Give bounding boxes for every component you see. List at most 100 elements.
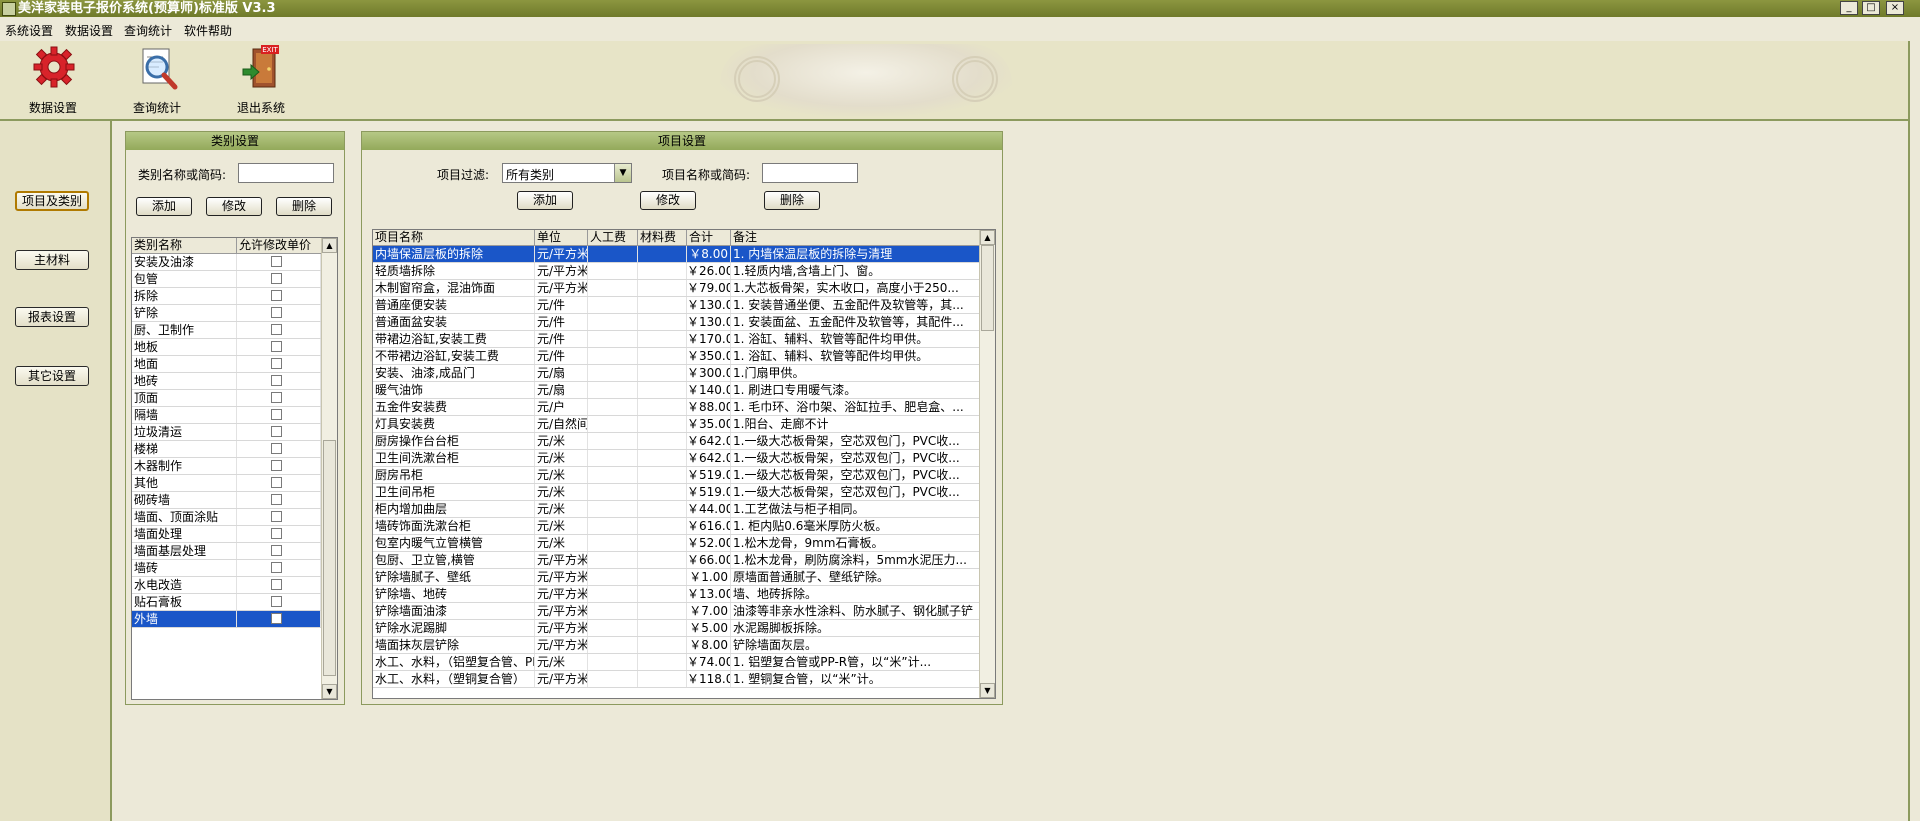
category-delete-button[interactable]: 删除 xyxy=(276,197,332,216)
item-add-button[interactable]: 添加 xyxy=(517,191,573,210)
item-row[interactable]: 普通座便安装 元/件 ￥130.0 1. 安装普通坐便、五金配件及软管等，其... xyxy=(373,297,980,314)
allow-edit-price-checkbox[interactable] xyxy=(271,256,282,267)
item-row[interactable]: 不带裙边浴缸,安装工费 元/件 ￥350.0 1. 浴缸、辅料、软管等配件均甲供。 xyxy=(373,348,980,365)
item-table[interactable]: 项目名称 单位 人工费 材料费 合计 备注 内墙保温层板的拆除 元/平方米 ￥8.0… xyxy=(372,229,996,699)
column-header-labor-cost[interactable]: 人工费 xyxy=(588,230,638,245)
exit-system-button[interactable]: EXIT 退出系统 xyxy=(221,43,301,117)
category-row[interactable]: 拆除 xyxy=(132,288,321,305)
allow-edit-price-checkbox[interactable] xyxy=(271,392,282,403)
item-row[interactable]: 灯具安装费 元/自然间 ￥35.00 1.阳台、走廊不计 xyxy=(373,416,980,433)
item-row[interactable]: 五金件安装费 元/户 ￥88.00 1. 毛巾环、浴巾架、浴缸拉手、肥皂盒、... xyxy=(373,399,980,416)
scroll-down-icon[interactable]: ▼ xyxy=(322,684,337,699)
category-row[interactable]: 贴石膏板 xyxy=(132,594,321,611)
category-row[interactable]: 安装及油漆 xyxy=(132,254,321,271)
close-button[interactable]: × xyxy=(1886,1,1904,15)
maximize-button[interactable]: □ xyxy=(1862,1,1880,15)
item-scrollbar[interactable]: ▲ ▼ xyxy=(979,230,995,698)
column-header-remarks[interactable]: 备注 xyxy=(731,230,980,245)
scroll-up-icon[interactable]: ▲ xyxy=(322,238,337,253)
scroll-thumb[interactable] xyxy=(323,440,336,676)
category-table[interactable]: 类别名称 允许修改单价 安装及油漆 包管 拆除 铲除 厨、卫制作 地板 地面 地砖 顶面 隔墙 垃圾… xyxy=(131,237,338,700)
category-row[interactable]: 水电改造 xyxy=(132,577,321,594)
item-filter-dropdown[interactable]: 所有类别 ▼ xyxy=(502,163,632,183)
item-row[interactable]: 包厨、卫立管,横管 元/平方米 ￥66.00 1.松木龙骨，刷防腐涂料，5mm水泥压力… xyxy=(373,552,980,569)
nav-report-settings[interactable]: 报表设置 xyxy=(15,307,89,327)
category-row[interactable]: 楼梯 xyxy=(132,441,321,458)
column-header-item-name[interactable]: 项目名称 xyxy=(373,230,535,245)
category-row[interactable]: 外墙 xyxy=(132,611,321,628)
app-icon[interactable] xyxy=(2,2,16,16)
allow-edit-price-checkbox[interactable] xyxy=(271,562,282,573)
item-row[interactable]: 内墙保温层板的拆除 元/平方米 ￥8.00 1. 内墙保温层板的拆除与清理 xyxy=(373,246,980,263)
menu-help[interactable]: 软件帮助 xyxy=(184,22,232,39)
category-row[interactable]: 隔墙 xyxy=(132,407,321,424)
allow-edit-price-checkbox[interactable] xyxy=(271,341,282,352)
allow-edit-price-checkbox[interactable] xyxy=(271,324,282,335)
item-row[interactable]: 木制窗帘盒，混油饰面 元/平方米 ￥79.00 1.大芯板骨架，实木收口，高度小于25… xyxy=(373,280,980,297)
item-row[interactable]: 墙砖饰面洗漱台柜 元/米 ￥616.0 1. 柜内贴0.6毫米厚防火板。 xyxy=(373,518,980,535)
allow-edit-price-checkbox[interactable] xyxy=(271,426,282,437)
scroll-thumb[interactable] xyxy=(981,245,994,331)
allow-edit-price-checkbox[interactable] xyxy=(271,596,282,607)
allow-edit-price-checkbox[interactable] xyxy=(271,460,282,471)
column-header-total[interactable]: 合计 xyxy=(687,230,731,245)
category-row[interactable]: 地板 xyxy=(132,339,321,356)
category-row[interactable]: 铲除 xyxy=(132,305,321,322)
allow-edit-price-checkbox[interactable] xyxy=(271,409,282,420)
category-row[interactable]: 木器制作 xyxy=(132,458,321,475)
item-row[interactable]: 铲除墙腻子、壁纸 元/平方米 ￥1.00 原墙面普通腻子、壁纸铲除。 xyxy=(373,569,980,586)
allow-edit-price-checkbox[interactable] xyxy=(271,528,282,539)
menu-system-settings[interactable]: 系统设置 xyxy=(5,22,53,39)
category-row[interactable]: 墙面基层处理 xyxy=(132,543,321,560)
allow-edit-price-checkbox[interactable] xyxy=(271,375,282,386)
category-row[interactable]: 地砖 xyxy=(132,373,321,390)
allow-edit-price-checkbox[interactable] xyxy=(271,358,282,369)
allow-edit-price-checkbox[interactable] xyxy=(271,443,282,454)
allow-edit-price-checkbox[interactable] xyxy=(271,477,282,488)
item-row[interactable]: 水工、水料，（塑铜复合管） 元/平方米 ￥118.0 1. 塑铜复合管，以“米”计。 xyxy=(373,671,980,688)
category-row[interactable]: 垃圾清运 xyxy=(132,424,321,441)
item-edit-button[interactable]: 修改 xyxy=(640,191,696,210)
scroll-up-icon[interactable]: ▲ xyxy=(980,230,995,245)
item-row[interactable]: 安装、油漆,成品门 元/扇 ￥300.0 1.门扇甲供。 xyxy=(373,365,980,382)
column-header-material-cost[interactable]: 材料费 xyxy=(638,230,687,245)
category-row[interactable]: 包管 xyxy=(132,271,321,288)
item-row[interactable]: 卫生间洗漱台柜 元/米 ￥642.0 1.一级大芯板骨架，空芯双包门，PVC收... xyxy=(373,450,980,467)
category-search-input[interactable] xyxy=(238,163,334,183)
category-row[interactable]: 地面 xyxy=(132,356,321,373)
item-row[interactable]: 铲除墙、地砖 元/平方米 ￥13.00 墙、地砖拆除。 xyxy=(373,586,980,603)
allow-edit-price-checkbox[interactable] xyxy=(271,290,282,301)
category-scrollbar[interactable]: ▲ ▼ xyxy=(321,238,337,699)
item-row[interactable]: 卫生间吊柜 元/米 ￥519.0 1.一级大芯板骨架，空芯双包门，PVC收... xyxy=(373,484,980,501)
allow-edit-price-checkbox[interactable] xyxy=(271,494,282,505)
menu-data-settings[interactable]: 数据设置 xyxy=(65,22,113,39)
item-row[interactable]: 铲除水泥踢脚 元/平方米 ￥5.00 水泥踢脚板拆除。 xyxy=(373,620,980,637)
allow-edit-price-checkbox[interactable] xyxy=(271,511,282,522)
category-row[interactable]: 厨、卫制作 xyxy=(132,322,321,339)
category-edit-button[interactable]: 修改 xyxy=(206,197,262,216)
allow-edit-price-checkbox[interactable] xyxy=(271,579,282,590)
item-row[interactable]: 墙面抹灰层铲除 元/平方米 ￥8.00 铲除墙面灰层。 xyxy=(373,637,980,654)
item-row[interactable]: 厨房吊柜 元/米 ￥519.0 1.一级大芯板骨架，空芯双包门，PVC收... xyxy=(373,467,980,484)
chevron-down-icon[interactable]: ▼ xyxy=(614,164,631,182)
item-row[interactable]: 普通面盆安装 元/件 ￥130.0 1. 安装面盆、五金配件及软管等，其配件... xyxy=(373,314,980,331)
item-row[interactable]: 包室内暖气立管横管 元/米 ￥52.00 1.松木龙骨，9mm石膏板。 xyxy=(373,535,980,552)
item-delete-button[interactable]: 删除 xyxy=(764,191,820,210)
nav-main-materials[interactable]: 主材料 xyxy=(15,250,89,270)
allow-edit-price-checkbox[interactable] xyxy=(271,545,282,556)
scroll-down-icon[interactable]: ▼ xyxy=(980,683,995,698)
category-row[interactable]: 墙面处理 xyxy=(132,526,321,543)
category-row[interactable]: 墙砖 xyxy=(132,560,321,577)
item-row[interactable]: 轻质墙拆除 元/平方米 ￥26.00 1.轻质内墙,含墙上门、窗。 xyxy=(373,263,980,280)
item-search-input[interactable] xyxy=(762,163,858,183)
column-header-allow-edit-price[interactable]: 允许修改单价 xyxy=(237,238,322,253)
category-row[interactable]: 顶面 xyxy=(132,390,321,407)
item-row[interactable]: 铲除墙面油漆 元/平方米 ￥7.00 油漆等非亲水性涂料、防水腻子、钢化腻子铲 xyxy=(373,603,980,620)
item-row[interactable]: 水工、水料，（铝塑复合管、PPR管）元/米 ￥74.001. 铝塑复合管或PP-R… xyxy=(373,654,980,671)
category-add-button[interactable]: 添加 xyxy=(136,197,192,216)
allow-edit-price-checkbox[interactable] xyxy=(271,613,282,624)
column-header-category-name[interactable]: 类别名称 xyxy=(132,238,237,253)
column-header-unit[interactable]: 单位 xyxy=(535,230,588,245)
item-row[interactable]: 带裙边浴缸,安装工费 元/件 ￥170.0 1. 浴缸、辅料、软管等配件均甲供。 xyxy=(373,331,980,348)
item-row[interactable]: 厨房操作台台柜 元/米 ￥642.0 1.一级大芯板骨架，空芯双包门，PVC收... xyxy=(373,433,980,450)
